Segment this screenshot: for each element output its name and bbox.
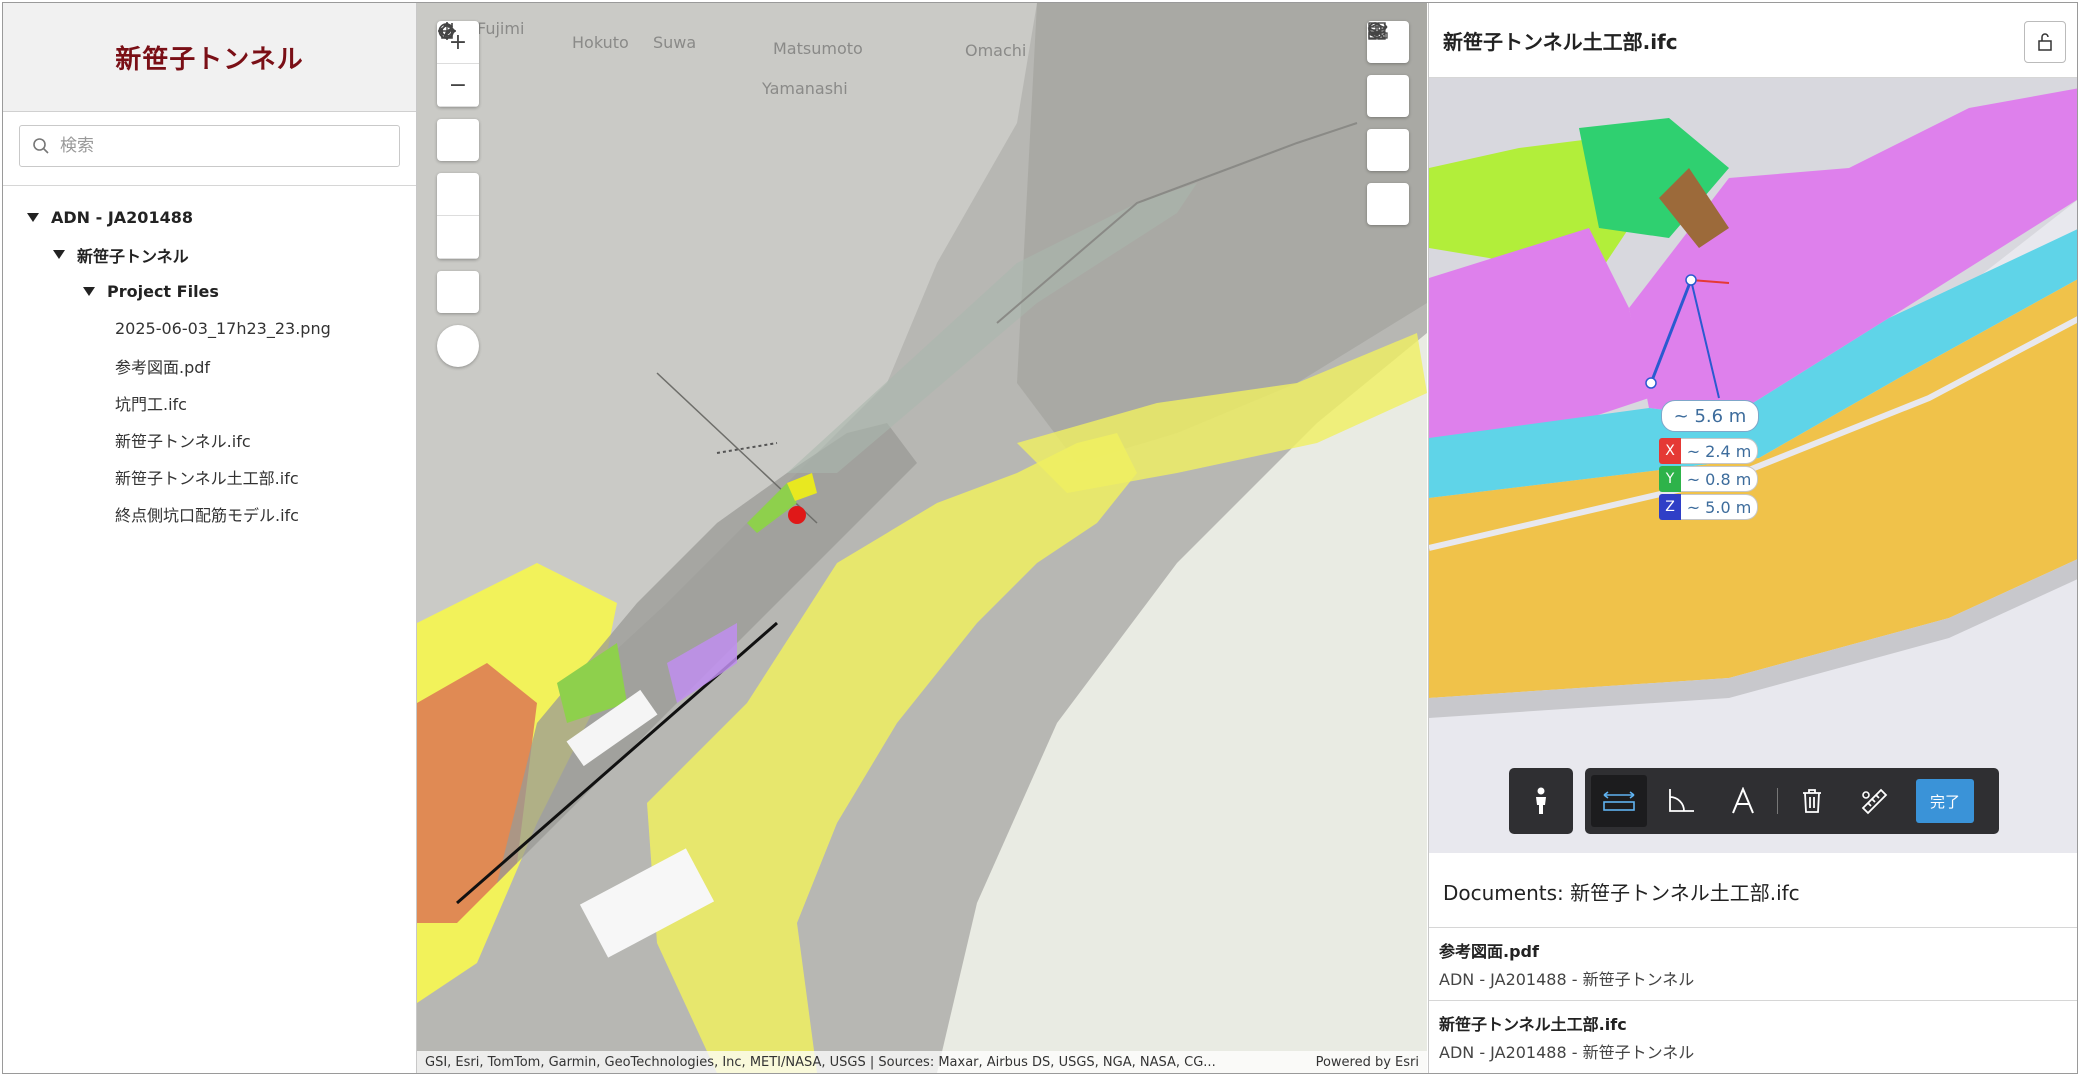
measure-y-row: Y ~ 0.8 m bbox=[1659, 466, 1758, 492]
tree-file[interactable]: 2025-06-03_17h23_23.png bbox=[3, 310, 416, 347]
axis-y-value: ~ 0.8 m bbox=[1681, 466, 1758, 492]
pan-button[interactable] bbox=[437, 22, 479, 216]
axis-z-key: Z bbox=[1659, 494, 1681, 520]
project-title: 新笹子トンネル bbox=[115, 44, 304, 75]
zoom-out-button[interactable]: − bbox=[437, 64, 479, 107]
search-icon bbox=[33, 138, 49, 154]
document-item[interactable]: 新笹子トンネル土工部.ifc ADN - JA201488 - 新笹子トンネル bbox=[1429, 1001, 2077, 1073]
compass-button[interactable] bbox=[437, 26, 479, 367]
person-icon bbox=[1536, 787, 1546, 814]
done-button[interactable]: 完了 bbox=[1916, 779, 1974, 823]
map-widgets-toolbar bbox=[1367, 21, 1409, 225]
model-panel: 新笹子トンネル土工部.ifc ~ 5.6 m X ~ 2.4 m Y ~ 0.8… bbox=[1428, 3, 2077, 1073]
axis-x-key: X bbox=[1659, 438, 1681, 464]
document-item[interactable]: 参考図面.pdf ADN - JA201488 - 新笹子トンネル bbox=[1429, 928, 2077, 1001]
caret-down-icon[interactable] bbox=[27, 213, 39, 222]
ifc-3d-viewer[interactable]: ~ 5.6 m X ~ 2.4 m Y ~ 0.8 m Z ~ 5.0 m 完了 bbox=[1429, 78, 2077, 853]
measure-settings-button[interactable] bbox=[1846, 775, 1902, 827]
rotate-button[interactable] bbox=[437, 23, 479, 259]
map-view[interactable]: Fujimi Hokuto Suwa Matsumoto Omachi Yama… bbox=[417, 3, 1427, 1073]
basemap-button[interactable] bbox=[1367, 22, 1409, 171]
tree-file[interactable]: 終点側坑口配筋モデル.ifc bbox=[3, 495, 416, 532]
delete-button[interactable] bbox=[1784, 775, 1840, 827]
measure-z-row: Z ~ 5.0 m bbox=[1659, 494, 1758, 520]
measure-total-label: ~ 5.6 m bbox=[1661, 400, 1759, 432]
document-name: 新笹子トンネル土工部.ifc bbox=[1439, 1015, 1627, 1034]
map-attribution: GSI, Esri, TomTom, Garmin, GeoTechnologi… bbox=[417, 1051, 1427, 1073]
document-path: ADN - JA201488 - 新笹子トンネル bbox=[1439, 970, 1695, 989]
layers-button[interactable] bbox=[1367, 23, 1409, 117]
tree-node-label: ADN - JA201488 bbox=[51, 208, 193, 227]
tree-node-project[interactable]: 新笹子トンネル bbox=[3, 236, 416, 273]
locate-button[interactable] bbox=[437, 22, 479, 313]
map-nav-toolbar: + − bbox=[437, 21, 479, 367]
project-panel: 新笹子トンネル ADN - JA201488 新笹子トンネル Project F… bbox=[3, 3, 417, 1073]
app-window: 新笹子トンネル ADN - JA201488 新笹子トンネル Project F… bbox=[2, 2, 2078, 1074]
text-annotation-icon bbox=[1732, 787, 1754, 814]
caret-down-icon[interactable] bbox=[83, 287, 95, 296]
place-label: Suwa bbox=[653, 33, 697, 52]
tree-node-label: 新笹子トンネル bbox=[77, 246, 189, 266]
measure-x-row: X ~ 2.4 m bbox=[1659, 438, 1758, 464]
document-path: ADN - JA201488 - 新笹子トンネル bbox=[1439, 1043, 1695, 1062]
divider bbox=[3, 185, 416, 186]
file-tree: ADN - JA201488 新笹子トンネル Project Files 202… bbox=[3, 199, 416, 532]
terrain-scene bbox=[417, 3, 1427, 1073]
distance-tool-button[interactable] bbox=[1591, 775, 1647, 827]
unlock-icon bbox=[2038, 33, 2052, 51]
search-input[interactable] bbox=[58, 135, 382, 157]
attribution-text[interactable]: GSI, Esri, TomTom, Garmin, GeoTechnologi… bbox=[425, 1055, 1216, 1070]
toolbar-divider bbox=[1777, 788, 1778, 814]
first-person-button[interactable] bbox=[1509, 768, 1573, 834]
axis-z-value: ~ 5.0 m bbox=[1681, 494, 1758, 520]
documents-section: Documents: 新笹子トンネル土工部.ifc 参考図面.pdf ADN -… bbox=[1429, 855, 2077, 1073]
powered-by-text[interactable]: Powered by Esri bbox=[1316, 1055, 1419, 1070]
place-label: Hokuto bbox=[572, 33, 629, 52]
home-button[interactable] bbox=[437, 22, 479, 161]
compass-icon bbox=[443, 26, 453, 38]
documents-title: Documents: 新笹子トンネル土工部.ifc bbox=[1429, 855, 2077, 928]
caret-down-icon[interactable] bbox=[53, 250, 65, 259]
model-title: 新笹子トンネル土工部.ifc bbox=[1443, 29, 1678, 54]
axis-x-value: ~ 2.4 m bbox=[1681, 438, 1758, 464]
distance-measure-icon bbox=[1603, 791, 1635, 811]
place-label: Matsumoto bbox=[773, 39, 863, 58]
document-name: 参考図面.pdf bbox=[1439, 942, 1539, 961]
project-header: 新笹子トンネル bbox=[3, 3, 416, 112]
navigation-mode-group bbox=[437, 22, 479, 259]
angle-tool-button[interactable] bbox=[1653, 775, 1709, 827]
tree-file[interactable]: 新笹子トンネル土工部.ifc bbox=[3, 458, 416, 495]
tree-file[interactable]: 新笹子トンネル.ifc bbox=[3, 421, 416, 458]
tree-file[interactable]: 参考図面.pdf bbox=[3, 347, 416, 384]
angle-measure-icon bbox=[1669, 789, 1694, 812]
ruler-settings-icon bbox=[1861, 788, 1888, 815]
tree-file[interactable]: 坑門工.ifc bbox=[3, 384, 416, 421]
trash-icon bbox=[1803, 789, 1821, 813]
search-box[interactable] bbox=[19, 125, 400, 167]
tree-node-root[interactable]: ADN - JA201488 bbox=[3, 199, 416, 236]
model-header: 新笹子トンネル土工部.ifc bbox=[1429, 3, 2077, 78]
measure-button[interactable] bbox=[1367, 23, 1409, 225]
tree-node-label: Project Files bbox=[107, 282, 219, 301]
place-label: Fujimi bbox=[477, 19, 525, 38]
annotation-tool-button[interactable] bbox=[1715, 775, 1771, 827]
place-label: Yamanashi bbox=[762, 79, 848, 98]
place-label: Omachi bbox=[965, 41, 1027, 60]
unlock-button[interactable] bbox=[2024, 21, 2066, 63]
axis-y-key: Y bbox=[1659, 466, 1681, 492]
ruler-icon bbox=[1368, 23, 1388, 39]
tree-node-folder[interactable]: Project Files bbox=[3, 273, 416, 310]
measure-toolbar: 完了 bbox=[1585, 768, 1999, 834]
